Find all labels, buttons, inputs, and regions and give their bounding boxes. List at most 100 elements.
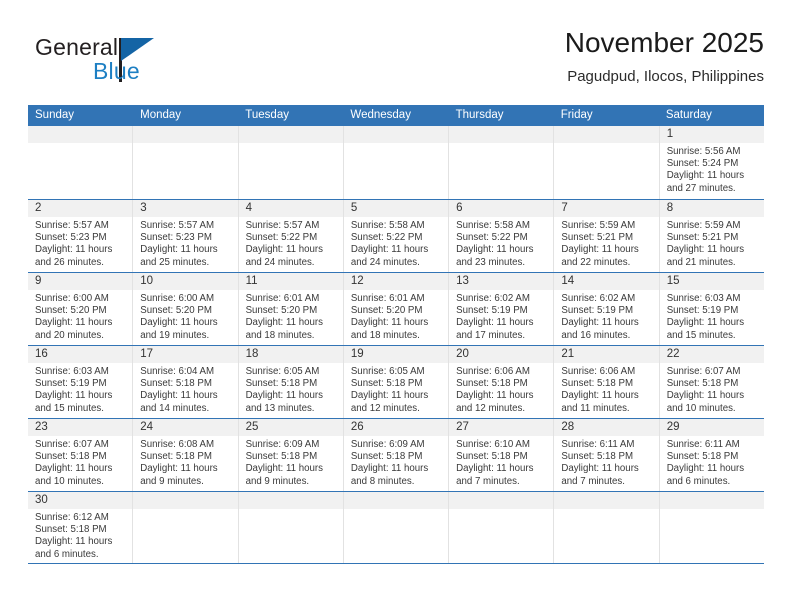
sunrise-text: Sunrise: 6:02 AM: [456, 293, 530, 304]
calendar-day-cell-empty: [449, 492, 555, 563]
day-number: 2: [28, 200, 133, 217]
calendar-day-cell[interactable]: 8 Sunrise: 5:59 AM Sunset: 5:21 PM Daylight…: [659, 200, 764, 272]
day-sun-info: Sunrise: 5:58 AM Sunset: 5:22 PM Daylight:…: [449, 217, 553, 269]
calendar-day-cell[interactable]: 12 Sunrise: 6:01 AM Sunset: 5:20 PM Dayligh…: [343, 273, 450, 345]
daylight-text: Daylight: 11 hours and 7 minutes.: [456, 463, 534, 487]
sunset-text: Sunset: 5:23 PM: [140, 232, 212, 244]
sunset-text: Sunset: 5:18 PM: [140, 451, 212, 463]
sunset-text: Sunset: 5:22 PM: [350, 232, 423, 244]
day-number: 21: [554, 346, 659, 363]
calendar-day-cell[interactable]: 3 Sunrise: 5:57 AM Sunset: 5:23 PM Daylight…: [133, 200, 239, 272]
day-number: 30: [28, 492, 133, 509]
day-sun-info: Sunrise: 6:04 AM Sunset: 5:18 PM Daylight:…: [133, 363, 237, 415]
sunrise-text: Sunrise: 6:00 AM: [35, 293, 109, 304]
calendar-day-cell[interactable]: 11 Sunrise: 6:01 AM Sunset: 5:20 PM Dayligh…: [238, 273, 344, 345]
sunrise-text: Sunrise: 6:01 AM: [245, 293, 320, 304]
day-number: 18: [238, 346, 343, 363]
calendar-day-cell[interactable]: 23 Sunrise: 6:07 AM Sunset: 5:18 PM Dayligh…: [28, 419, 134, 491]
calendar-day-cell-empty: [238, 492, 344, 563]
calendar-day-cell-empty: [133, 492, 239, 563]
daylight-text: Daylight: 11 hours and 18 minutes.: [350, 317, 429, 341]
day-sun-info: Sunrise: 6:00 AM Sunset: 5:20 PM Daylight:…: [133, 290, 237, 342]
day-number: 7: [554, 200, 659, 217]
daylight-text: Daylight: 11 hours and 17 minutes.: [456, 317, 534, 341]
sunset-text: Sunset: 5:20 PM: [140, 305, 212, 317]
general-blue-logo[interactable]: General Blue: [35, 34, 185, 90]
calendar-day-cell[interactable]: 26 Sunrise: 6:09 AM Sunset: 5:18 PM Dayligh…: [343, 419, 450, 491]
daylight-text: Daylight: 11 hours and 21 minutes.: [666, 244, 745, 268]
calendar-day-cell[interactable]: 16 Sunrise: 6:03 AM Sunset: 5:19 PM Dayligh…: [28, 346, 134, 418]
sunset-text: Sunset: 5:18 PM: [245, 378, 318, 390]
calendar-day-cell[interactable]: 20 Sunrise: 6:06 AM Sunset: 5:18 PM Dayligh…: [449, 346, 555, 418]
sunset-text: Sunset: 5:19 PM: [666, 305, 739, 317]
calendar-day-cell[interactable]: 14 Sunrise: 6:02 AM Sunset: 5:19 PM Dayligh…: [554, 273, 660, 345]
day-number: 14: [554, 273, 659, 290]
calendar-day-cell[interactable]: 27 Sunrise: 6:10 AM Sunset: 5:18 PM Dayligh…: [449, 419, 555, 491]
calendar-weeks: 1 Sunrise: 5:56 AM Sunset: 5:24 PM Daylight…: [28, 126, 764, 564]
calendar-day-cell[interactable]: 9 Sunrise: 6:00 AM Sunset: 5:20 PM Daylight…: [28, 273, 134, 345]
sunrise-text: Sunrise: 5:56 AM: [666, 146, 741, 157]
calendar-day-cell-empty: [133, 126, 239, 199]
calendar-day-cell[interactable]: 1 Sunrise: 5:56 AM Sunset: 5:24 PM Daylight…: [659, 126, 764, 199]
day-number: 10: [133, 273, 238, 290]
calendar-day-cell[interactable]: 4 Sunrise: 5:57 AM Sunset: 5:22 PM Daylight…: [238, 200, 344, 272]
sunset-text: Sunset: 5:22 PM: [456, 232, 528, 244]
sunset-text: Sunset: 5:20 PM: [245, 305, 318, 317]
calendar-page: General Blue November 2025 Pagudpud, Ilo…: [0, 0, 792, 612]
calendar-day-cell[interactable]: 21 Sunrise: 6:06 AM Sunset: 5:18 PM Dayligh…: [554, 346, 660, 418]
sunset-text: Sunset: 5:18 PM: [140, 378, 212, 390]
day-sun-info: Sunrise: 6:08 AM Sunset: 5:18 PM Daylight:…: [133, 436, 237, 488]
day-sun-info: Sunrise: 6:05 AM Sunset: 5:18 PM Daylight:…: [344, 363, 448, 415]
sunrise-text: Sunrise: 5:57 AM: [35, 220, 109, 231]
calendar-day-cell[interactable]: 22 Sunrise: 6:07 AM Sunset: 5:18 PM Dayligh…: [659, 346, 764, 418]
calendar-day-cell[interactable]: 6 Sunrise: 5:58 AM Sunset: 5:22 PM Daylight…: [449, 200, 555, 272]
daylight-text: Daylight: 11 hours and 10 minutes.: [35, 463, 113, 487]
day-number: 15: [659, 273, 764, 290]
sunrise-text: Sunrise: 5:57 AM: [245, 220, 320, 231]
sunrise-text: Sunrise: 6:08 AM: [140, 439, 215, 450]
calendar-day-cell[interactable]: 24 Sunrise: 6:08 AM Sunset: 5:18 PM Dayligh…: [133, 419, 239, 491]
sunrise-text: Sunrise: 6:06 AM: [456, 366, 530, 377]
sunrise-text: Sunrise: 6:09 AM: [245, 439, 320, 450]
calendar-day-cell[interactable]: 17 Sunrise: 6:04 AM Sunset: 5:18 PM Dayligh…: [133, 346, 239, 418]
day-number: 19: [343, 346, 449, 363]
calendar-day-cell-empty: [554, 492, 660, 563]
calendar-day-cell-empty: [343, 492, 450, 563]
calendar-day-cell[interactable]: 30 Sunrise: 6:12 AM Sunset: 5:18 PM Dayligh…: [28, 492, 134, 563]
calendar-day-cell[interactable]: 18 Sunrise: 6:05 AM Sunset: 5:18 PM Dayligh…: [238, 346, 344, 418]
calendar-day-cell[interactable]: 15 Sunrise: 6:03 AM Sunset: 5:19 PM Dayligh…: [659, 273, 764, 345]
sunset-text: Sunset: 5:18 PM: [245, 451, 318, 463]
calendar-day-cell[interactable]: 5 Sunrise: 5:58 AM Sunset: 5:22 PM Daylight…: [343, 200, 450, 272]
sunrise-text: Sunrise: 6:09 AM: [350, 439, 425, 450]
calendar-day-cell-empty: [659, 492, 764, 563]
sunset-text: Sunset: 5:18 PM: [666, 378, 739, 390]
day-number: 24: [133, 419, 238, 436]
sunset-text: Sunset: 5:21 PM: [666, 232, 739, 244]
sunset-text: Sunset: 5:21 PM: [561, 232, 634, 244]
calendar-day-cell[interactable]: 10 Sunrise: 6:00 AM Sunset: 5:20 PM Dayligh…: [133, 273, 239, 345]
calendar-day-cell[interactable]: 19 Sunrise: 6:05 AM Sunset: 5:18 PM Dayligh…: [343, 346, 450, 418]
day-number: [343, 492, 449, 509]
calendar-day-cell[interactable]: 7 Sunrise: 5:59 AM Sunset: 5:21 PM Daylight…: [554, 200, 660, 272]
sunset-text: Sunset: 5:20 PM: [35, 305, 107, 317]
daylight-text: Daylight: 11 hours and 24 minutes.: [350, 244, 429, 268]
day-sun-info: Sunrise: 6:12 AM Sunset: 5:18 PM Daylight:…: [28, 509, 132, 561]
weekday-header-sunday: Sunday: [35, 109, 75, 121]
day-sun-info: Sunrise: 6:09 AM Sunset: 5:18 PM Daylight:…: [239, 436, 343, 488]
day-number: 22: [659, 346, 764, 363]
page-subtitle: Pagudpud, Ilocos, Philippines: [567, 68, 764, 85]
calendar-day-cell[interactable]: 29 Sunrise: 6:11 AM Sunset: 5:18 PM Dayligh…: [659, 419, 764, 491]
daylight-text: Daylight: 11 hours and 7 minutes.: [561, 463, 639, 487]
weekday-header-saturday: Saturday: [665, 109, 712, 121]
logo-text-blue: Blue: [93, 58, 140, 84]
sunrise-text: Sunrise: 5:59 AM: [666, 220, 741, 231]
calendar-day-cell[interactable]: 28 Sunrise: 6:11 AM Sunset: 5:18 PM Dayligh…: [554, 419, 660, 491]
daylight-text: Daylight: 11 hours and 15 minutes.: [666, 317, 745, 341]
calendar-day-cell[interactable]: 25 Sunrise: 6:09 AM Sunset: 5:18 PM Dayligh…: [238, 419, 344, 491]
daylight-text: Daylight: 11 hours and 20 minutes.: [35, 317, 113, 341]
day-number: 3: [133, 200, 238, 217]
sunset-text: Sunset: 5:18 PM: [456, 451, 528, 463]
calendar-day-cell-empty: [449, 126, 555, 199]
calendar-day-cell[interactable]: 2 Sunrise: 5:57 AM Sunset: 5:23 PM Daylight…: [28, 200, 134, 272]
calendar-day-cell[interactable]: 13 Sunrise: 6:02 AM Sunset: 5:19 PM Dayligh…: [449, 273, 555, 345]
